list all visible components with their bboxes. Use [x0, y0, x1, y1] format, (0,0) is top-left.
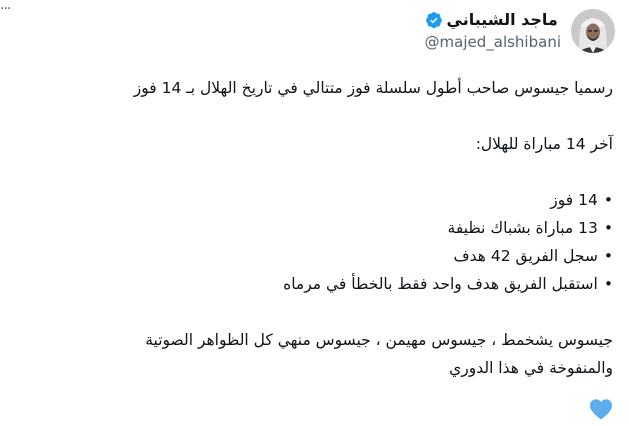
- list-item: •استقبل الفريق هدف واحد فقط بالخطأ في مر…: [283, 275, 613, 293]
- more-dots-icon: ···: [0, 1, 11, 17]
- tweet-closing-line-1: جيسوس يشخمط ، جيسوس مهيمن ، جيسوس منهي ك…: [145, 331, 613, 349]
- author-handle[interactable]: @majed_alshibani: [425, 32, 561, 52]
- author-display-name[interactable]: ماجد الشيباني: [447, 10, 558, 30]
- author-info: ماجد الشيباني @majed_alshibani: [425, 10, 561, 52]
- author-name-row: ماجد الشيباني: [425, 10, 558, 30]
- tweet-header: ماجد الشيباني @majed_alshibani: [425, 6, 615, 56]
- avatar[interactable]: [571, 9, 615, 53]
- tweet-line-announcement: رسميا جيسوس صاحب أطول سلسلة فوز متتالي ف…: [133, 79, 613, 97]
- list-item: •14 فوز: [550, 191, 613, 209]
- avatar-image: [571, 9, 615, 53]
- tweet-text: رسميا جيسوس صاحب أطول سلسلة فوز متتالي ف…: [13, 74, 613, 382]
- verified-badge-icon: [425, 12, 442, 29]
- blue-heart-icon: [590, 399, 612, 420]
- tweet-closing-line-2: والمنفوخة في هذا الدوري: [449, 359, 613, 377]
- tweet-card: ··· ماجد الشيباني @majed_alshibani رسميا…: [0, 0, 629, 426]
- more-options-button[interactable]: ···: [0, 2, 16, 16]
- stats-list: •14 فوز •13 مباراة بشباك نظيفة •سجل الفر…: [13, 186, 613, 298]
- list-item: •13 مباراة بشباك نظيفة: [447, 219, 613, 237]
- tweet-heading: آخر 14 مباراة للهلال:: [475, 135, 613, 153]
- list-item: •سجل الفريق 42 هدف: [453, 247, 613, 265]
